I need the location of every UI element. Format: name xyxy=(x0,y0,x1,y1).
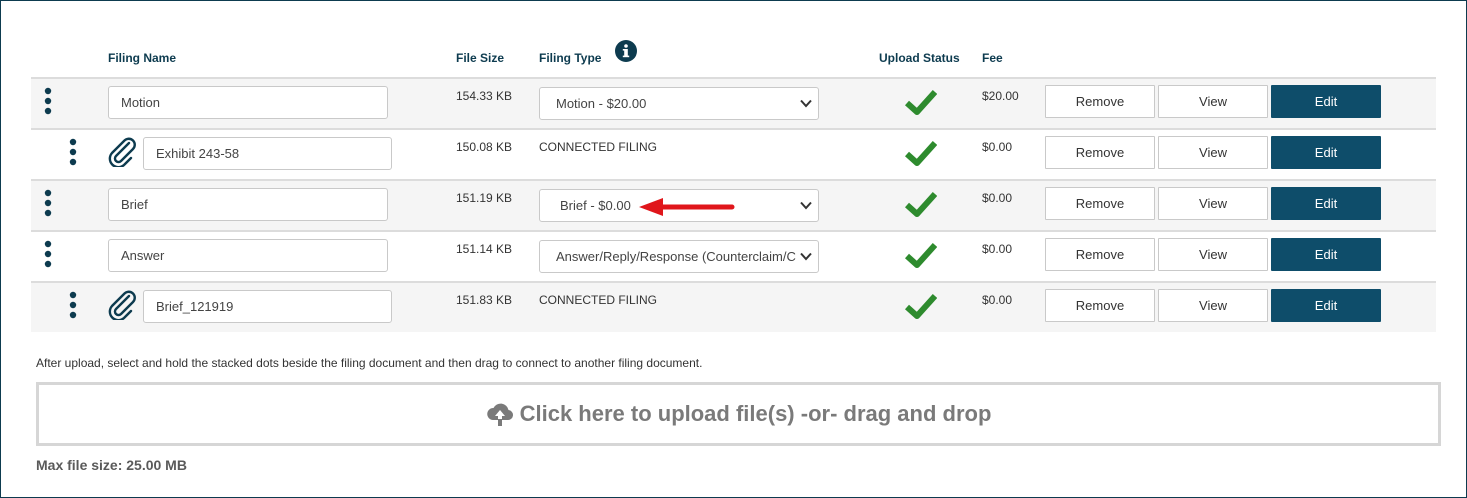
drag-handle-icon[interactable] xyxy=(69,138,77,166)
remove-button[interactable]: Remove xyxy=(1045,85,1155,118)
header-upload-status: Upload Status xyxy=(879,51,960,65)
remove-button[interactable]: Remove xyxy=(1045,187,1155,220)
connected-filing-label: CONNECTED FILING xyxy=(539,293,658,307)
filing-type-value: Brief - $0.00 xyxy=(560,198,631,213)
table-row: Exhibit 243-58 150.08 KB CONNECTED FILIN… xyxy=(31,128,1436,179)
red-arrow-icon xyxy=(639,198,735,216)
edit-button[interactable]: Edit xyxy=(1271,289,1381,322)
file-size: 154.33 KB xyxy=(456,89,513,103)
header-file-size: File Size xyxy=(456,51,505,65)
checkmark-icon xyxy=(905,293,937,319)
view-button[interactable]: View xyxy=(1158,187,1268,220)
fee-value: $0.00 xyxy=(982,191,1013,205)
filing-type-select[interactable]: Motion - $20.00 xyxy=(539,87,819,120)
remove-button[interactable]: Remove xyxy=(1045,136,1155,169)
row-divider xyxy=(31,179,1436,181)
checkmark-icon xyxy=(905,191,937,217)
header-filing-type: Filing Type xyxy=(539,51,602,65)
filing-type-value: Answer/Reply/Response (Counterclaim/C xyxy=(556,249,796,264)
table-row: Brief_121919 151.83 KB CONNECTED FILING … xyxy=(31,281,1436,332)
edit-button[interactable]: Edit xyxy=(1271,136,1381,169)
edit-button[interactable]: Edit xyxy=(1271,85,1381,118)
filing-name-input[interactable]: Brief_121919 xyxy=(143,290,392,323)
edit-button[interactable]: Edit xyxy=(1271,187,1381,220)
fee-value: $0.00 xyxy=(982,293,1013,307)
filing-type-value: Motion - $20.00 xyxy=(556,96,647,111)
max-file-size: Max file size: 25.00 MB xyxy=(36,457,187,473)
file-size: 151.83 KB xyxy=(456,293,513,307)
remove-button[interactable]: Remove xyxy=(1045,289,1155,322)
file-size: 150.08 KB xyxy=(456,140,513,154)
filing-name-input[interactable]: Brief xyxy=(108,188,388,221)
edit-button[interactable]: Edit xyxy=(1271,238,1381,271)
upload-label: Click here to upload file(s) -or- drag a… xyxy=(519,401,992,426)
chevron-down-icon xyxy=(800,201,812,210)
row-divider xyxy=(31,77,1436,79)
chevron-down-icon xyxy=(800,99,812,108)
header-fee: Fee xyxy=(982,51,1003,65)
checkmark-icon xyxy=(905,89,937,115)
table-row: Motion 154.33 KB Motion - $20.00 $20.00 … xyxy=(31,77,1436,128)
filing-name-input[interactable]: Exhibit 243-58 xyxy=(143,137,392,170)
header-filing-name: Filing Name xyxy=(108,51,177,65)
drag-handle-icon[interactable] xyxy=(44,87,52,115)
view-button[interactable]: View xyxy=(1158,85,1268,118)
paperclip-icon xyxy=(108,137,136,167)
view-button[interactable]: View xyxy=(1158,289,1268,322)
remove-button[interactable]: Remove xyxy=(1045,238,1155,271)
info-icon[interactable] xyxy=(615,40,637,62)
view-button[interactable]: View xyxy=(1158,238,1268,271)
file-size: 151.14 KB xyxy=(456,242,513,256)
row-divider xyxy=(31,128,1436,130)
fee-value: $0.00 xyxy=(982,242,1013,256)
paperclip-icon xyxy=(108,290,136,320)
filing-name-input[interactable]: Answer xyxy=(108,239,388,272)
cloud-upload-icon xyxy=(486,403,513,426)
checkmark-icon xyxy=(905,242,937,268)
fee-value: $20.00 xyxy=(982,89,1019,103)
file-size: 151.19 KB xyxy=(456,191,513,205)
drag-handle-icon[interactable] xyxy=(69,291,77,319)
table-row: Answer 151.14 KB Answer/Reply/Response (… xyxy=(31,230,1436,281)
drag-handle-icon[interactable] xyxy=(44,189,52,217)
fee-value: $0.00 xyxy=(982,140,1013,154)
chevron-down-icon xyxy=(800,252,812,261)
view-button[interactable]: View xyxy=(1158,136,1268,169)
row-divider xyxy=(31,230,1436,232)
row-divider xyxy=(31,281,1436,283)
upload-dropzone[interactable]: Click here to upload file(s) -or- drag a… xyxy=(36,382,1441,446)
help-text: After upload, select and hold the stacke… xyxy=(36,356,703,370)
connected-filing-label: CONNECTED FILING xyxy=(539,140,658,154)
checkmark-icon xyxy=(905,140,937,166)
filing-name-input[interactable]: Motion xyxy=(108,86,388,119)
filing-type-select[interactable]: Answer/Reply/Response (Counterclaim/C xyxy=(539,240,819,273)
drag-handle-icon[interactable] xyxy=(44,240,52,268)
